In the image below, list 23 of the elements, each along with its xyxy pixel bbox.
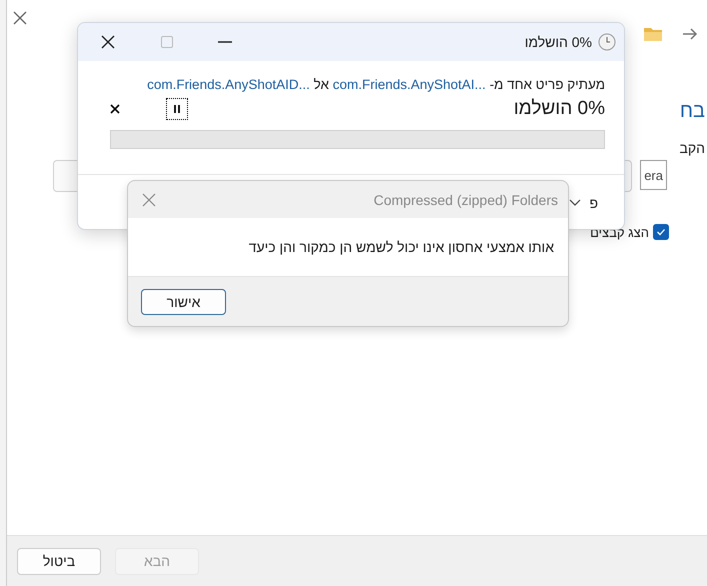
pause-icon — [172, 104, 182, 114]
window-title: 0% הושלמו — [524, 34, 592, 50]
checkbox[interactable] — [653, 224, 669, 240]
check-icon — [656, 227, 666, 237]
wizard-heading: בח — [680, 100, 705, 123]
details-label: פ — [589, 195, 598, 211]
message-text: אותו אמצעי אחסון אינו יכול לשמש הן כמקור והן כיעד — [248, 239, 554, 255]
ok-button[interactable]: אישור — [141, 288, 226, 314]
progress-status: 0% הושלמו — [514, 98, 605, 120]
forward-arrow-icon[interactable] — [681, 26, 699, 42]
input-field[interactable]: era — [640, 160, 667, 190]
field-label: הקב — [679, 140, 705, 156]
clock-icon — [598, 33, 616, 51]
window-title: Compressed (zipped) Folders — [374, 192, 558, 208]
pause-button[interactable] — [166, 98, 188, 120]
chevron-down-icon[interactable] — [569, 199, 582, 207]
close-icon[interactable] — [100, 34, 116, 50]
folder-icon — [643, 26, 663, 42]
source-link[interactable]: com.Friends.AnyShotAI... — [332, 77, 486, 92]
cancel-icon[interactable] — [110, 104, 120, 114]
minimize-icon[interactable] — [218, 41, 232, 43]
cancel-button[interactable]: ביטול — [17, 548, 101, 574]
destination-link[interactable]: com.Friends.AnyShotAID... — [147, 77, 310, 92]
